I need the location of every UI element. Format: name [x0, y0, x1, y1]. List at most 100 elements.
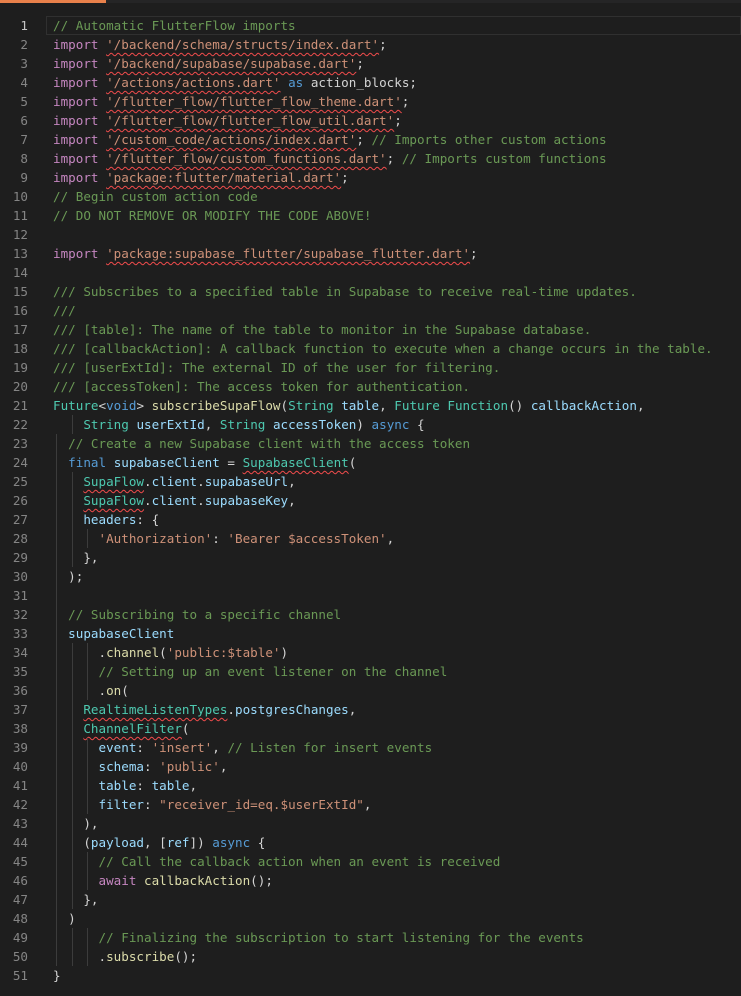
line-number: 40 [12, 759, 28, 774]
code-line[interactable]: 46 await callbackAction(); [0, 871, 741, 890]
code-line[interactable]: 38 ChannelFilter( [0, 719, 741, 738]
code-text: }, [53, 890, 98, 909]
code-line[interactable]: 41 table: table, [0, 776, 741, 795]
code-token: /// [userExtId]: The external ID of the … [53, 360, 501, 375]
code-token: ( [159, 645, 167, 660]
code-line[interactable]: 23 // Create a new Supabase client with … [0, 434, 741, 453]
code-line[interactable]: 27 headers: { [0, 510, 741, 529]
code-line[interactable]: 12 [0, 225, 741, 244]
code-line[interactable]: 6 import '/flutter_flow/flutter_flow_util… [0, 111, 741, 130]
code-line[interactable]: 9 import 'package:flutter/material.dart'; [0, 168, 741, 187]
active-tab-indicator[interactable] [0, 0, 106, 3]
code-text: } [53, 966, 61, 985]
code-line[interactable]: 13 import 'package:supabase_flutter/supab… [0, 244, 741, 263]
code-line[interactable]: 22 String userExtId, String accessToken)… [0, 415, 741, 434]
code-text: import '/backend/supabase/supabase.dart'… [53, 54, 364, 73]
line-number: 34 [12, 645, 28, 660]
code-line[interactable]: 34 .channel('public:$table') [0, 643, 741, 662]
code-line[interactable]: 7 import '/custom_code/actions/index.dart… [0, 130, 741, 149]
code-line[interactable]: 33 supabaseClient [0, 624, 741, 643]
code-token: ; [356, 132, 372, 147]
line-number: 4 [20, 75, 28, 90]
code-line[interactable]: 44 (payload, [ref]) async { [0, 833, 741, 852]
line-number: 49 [12, 930, 28, 945]
code-token: import [53, 56, 99, 71]
code-line[interactable]: 31 [0, 586, 741, 605]
code-token-error: RealtimeListenTypes [83, 702, 228, 717]
code-line[interactable]: 16 /// [0, 301, 741, 320]
code-line[interactable]: 3 import '/backend/supabase/supabase.dart… [0, 54, 741, 73]
code-line[interactable]: 4 import '/actions/actions.dart' as actio… [0, 73, 741, 92]
code-line[interactable]: 1 // Automatic FlutterFlow imports [0, 16, 741, 35]
code-token: supabaseKey [204, 493, 289, 508]
code-line[interactable]: 36 .on( [0, 681, 741, 700]
code-line[interactable]: 5 import '/flutter_flow/flutter_flow_them… [0, 92, 741, 111]
code-token: ref [166, 835, 190, 850]
code-token-error: '/custom_code/actions/index.dart' [106, 132, 357, 147]
code-editor[interactable]: 1 // Automatic FlutterFlow imports 2 import… [0, 16, 741, 985]
code-token: // Begin custom action code [53, 189, 258, 204]
line-number: 1 [20, 18, 28, 33]
code-line[interactable]: 42 filter: "receiver_id=eq.$userExtId", [0, 795, 741, 814]
code-line[interactable]: 24 final supabaseClient = SupabaseClient… [0, 453, 741, 472]
code-text: import '/flutter_flow/flutter_flow_util.… [53, 111, 402, 130]
code-line[interactable]: 10 // Begin custom action code [0, 187, 741, 206]
indent-guide [56, 586, 57, 605]
code-line[interactable]: 50 .subscribe(); [0, 947, 741, 966]
code-token: , [288, 493, 296, 508]
code-token: . [53, 949, 107, 964]
code-line[interactable]: 28 'Authorization': 'Bearer $accessToken… [0, 529, 741, 548]
code-text: // Call the callback action when an even… [53, 852, 501, 871]
code-line[interactable]: 37 RealtimeListenTypes.postgresChanges, [0, 700, 741, 719]
code-text: ChannelFilter( [53, 719, 189, 738]
code-token: : [144, 759, 160, 774]
code-line[interactable]: 35 // Setting up an event listener on th… [0, 662, 741, 681]
line-number: 10 [12, 189, 28, 204]
code-line[interactable]: 26 SupaFlow.client.supabaseKey, [0, 491, 741, 510]
code-line[interactable]: 18 /// [callbackAction]: A callback funct… [0, 339, 741, 358]
code-text: // Finalizing the subscription to start … [53, 928, 584, 947]
code-text: }, [53, 548, 98, 567]
code-text: (payload, [ref]) async { [53, 833, 265, 852]
code-line[interactable]: 29 }, [0, 548, 741, 567]
code-token: // Call the callback action when an even… [98, 854, 501, 869]
code-token: . [197, 474, 205, 489]
code-line[interactable]: 40 schema: 'public', [0, 757, 741, 776]
code-line[interactable]: 17 /// [table]: The name of the table to … [0, 320, 741, 339]
code-line[interactable]: 45 // Call the callback action when an e… [0, 852, 741, 871]
code-line[interactable]: 47 }, [0, 890, 741, 909]
code-text: import '/actions/actions.dart' as action… [53, 73, 417, 92]
code-line[interactable]: 43 ), [0, 814, 741, 833]
code-line[interactable]: 19 /// [userExtId]: The external ID of th… [0, 358, 741, 377]
code-token: > [136, 398, 152, 413]
code-line[interactable]: 48 ) [0, 909, 741, 928]
code-text: final supabaseClient = SupabaseClient( [53, 453, 356, 472]
code-line[interactable]: 15 /// Subscribes to a specified table in… [0, 282, 741, 301]
code-line[interactable]: 51} [0, 966, 741, 985]
code-token: final [68, 455, 107, 470]
code-text: ), [53, 814, 98, 833]
code-line[interactable]: 14 [0, 263, 741, 282]
code-line[interactable]: 8 import '/flutter_flow/custom_functions.… [0, 149, 741, 168]
code-line[interactable]: 20 /// [accessToken]: The access token fo… [0, 377, 741, 396]
code-line[interactable]: 49 // Finalizing the subscription to sta… [0, 928, 741, 947]
code-token: (); [250, 873, 273, 888]
code-token: 'public' [159, 759, 220, 774]
code-text: /// [53, 301, 76, 320]
code-line[interactable]: 32 // Subscribing to a specific channel [0, 605, 741, 624]
code-line[interactable]: 11 // DO NOT REMOVE OR MODIFY THE CODE AB… [0, 206, 741, 225]
code-line[interactable]: 21 Future<void> subscribeSupaFlow(String … [0, 396, 741, 415]
code-text: event: 'insert', // Listen for insert ev… [53, 738, 433, 757]
line-number: 21 [12, 398, 28, 413]
code-line[interactable]: 25 SupaFlow.client.supabaseUrl, [0, 472, 741, 491]
code-line[interactable]: 2 import '/backend/schema/structs/index.d… [0, 35, 741, 54]
code-line[interactable]: 39 event: 'insert', // Listen for insert… [0, 738, 741, 757]
code-token: Future [394, 398, 440, 413]
line-number: 17 [12, 322, 28, 337]
code-line[interactable]: 30 ); [0, 567, 741, 586]
